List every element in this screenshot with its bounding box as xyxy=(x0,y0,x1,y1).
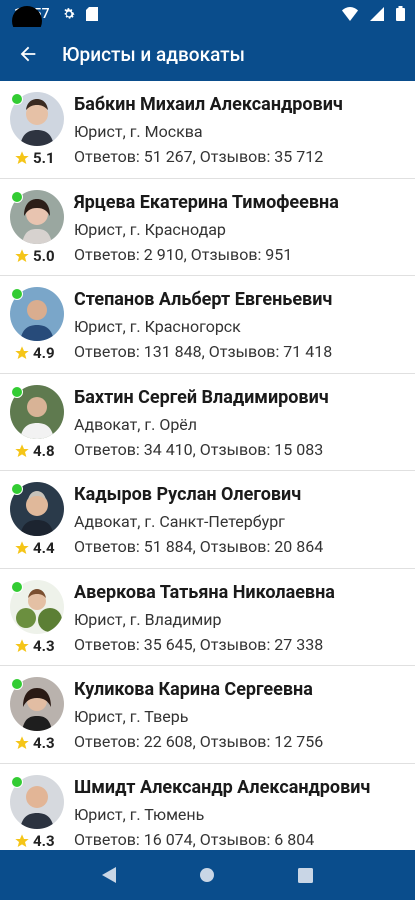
lawyer-stats: Ответов: 51 267, Отзывов: 35 712 xyxy=(74,147,324,166)
lawyer-stats: Ответов: 34 410, Отзывов: 15 083 xyxy=(74,439,324,459)
list-item[interactable]: 4.8 Бахтин Сергей Владимирович Адвокат, … xyxy=(0,374,415,471)
rating-value: 4.3 xyxy=(33,831,55,850)
star-icon xyxy=(15,151,29,164)
lawyer-name: Степанов Альберт Евгеньевич xyxy=(74,289,333,310)
lawyer-name: Аверкова Татьяна Николаевна xyxy=(74,581,335,603)
lawyer-role: Юрист, г. Тюмень xyxy=(74,804,205,824)
online-indicator xyxy=(11,580,23,593)
list-item[interactable]: 4.3 Аверкова Татьяна Николаевна Юрист, г… xyxy=(0,569,415,666)
lawyer-stats: Ответов: 35 645, Отзывов: 27 338 xyxy=(74,634,324,654)
wifi-icon xyxy=(342,6,358,21)
app-bar: Юристы и адвокаты xyxy=(0,27,415,81)
lawyer-role: Юрист, г. Тверь xyxy=(74,707,189,726)
lawyer-stats: Ответов: 16 074, Отзывов: 6 804 xyxy=(74,829,315,849)
star-icon xyxy=(15,443,29,457)
list-item[interactable]: 5.0 Ярцева Екатерина Тимофеевна Юрист, г… xyxy=(0,179,415,276)
rating-value: 4.8 xyxy=(33,441,55,460)
lawyer-name: Бабкин Михаил Александрович xyxy=(74,94,343,115)
lawyer-name: Ярцева Екатерина Тимофеевна xyxy=(74,191,339,213)
gear-icon xyxy=(62,7,76,21)
list-item[interactable]: 4.9 Степанов Альберт Евгеньевич Юрист, г… xyxy=(0,276,415,374)
list-item[interactable]: 4.3 Куликова Карина Сергеевна Юрист, г. … xyxy=(0,666,415,764)
list-item[interactable]: 5.1 Бабкин Михаил Александрович Юрист, г… xyxy=(0,81,415,179)
lawyer-role: Юрист, г. Красногорск xyxy=(74,317,241,336)
star-icon xyxy=(15,541,29,554)
rating: 4.8 xyxy=(14,442,55,460)
lawyer-stats: Ответов: 51 884, Отзывов: 20 864 xyxy=(74,537,324,556)
nav-recents-button[interactable] xyxy=(286,855,326,895)
list-item[interactable]: 4.3 Шмидт Александр Александрович Юрист,… xyxy=(0,764,415,851)
online-indicator xyxy=(11,483,23,495)
lawyer-list[interactable]: 5.1 Бабкин Михаил Александрович Юрист, г… xyxy=(0,81,415,850)
online-indicator xyxy=(11,385,23,398)
back-button[interactable] xyxy=(0,27,56,81)
star-icon xyxy=(15,736,29,749)
rating-value: 4.3 xyxy=(33,734,55,752)
lawyer-role: Адвокат, г. Санкт-Петербург xyxy=(74,512,285,531)
rating: 4.9 xyxy=(14,344,55,362)
rating: 5.1 xyxy=(14,149,55,167)
rating-value: 4.9 xyxy=(33,344,55,362)
arrow-back-icon xyxy=(20,46,36,62)
recents-square-icon xyxy=(298,867,314,883)
cellular-icon xyxy=(370,6,384,21)
lawyer-name: Бахтин Сергей Владимирович xyxy=(74,386,329,408)
star-icon xyxy=(15,346,29,359)
lawyer-role: Юрист, г. Краснодар xyxy=(74,219,226,239)
page-title: Юристы и адвокаты xyxy=(62,42,245,66)
online-indicator xyxy=(11,775,23,788)
rating: 4.3 xyxy=(14,637,55,655)
rating: 4.4 xyxy=(14,539,55,557)
rating: 5.0 xyxy=(14,247,55,265)
rating: 4.3 xyxy=(14,832,55,850)
rating: 4.3 xyxy=(14,734,55,752)
online-indicator xyxy=(11,288,23,300)
nav-back-button[interactable] xyxy=(89,855,129,895)
back-triangle-icon xyxy=(102,867,117,883)
star-icon xyxy=(15,638,29,652)
status-bar: 13:57 xyxy=(0,0,415,36)
lawyer-role: Адвокат, г. Орёл xyxy=(74,414,198,434)
rating-value: 4.4 xyxy=(33,539,55,557)
lawyer-name: Шмидт Александр Александрович xyxy=(74,776,371,798)
sd-card-icon xyxy=(85,6,98,21)
home-circle-icon xyxy=(200,868,215,882)
system-nav-bar xyxy=(0,850,415,900)
star-icon xyxy=(15,248,29,262)
online-indicator xyxy=(11,678,23,690)
rating-value: 5.0 xyxy=(33,246,55,265)
battery-icon xyxy=(396,6,405,21)
star-icon xyxy=(15,833,29,847)
lawyer-stats: Ответов: 22 608, Отзывов: 12 756 xyxy=(74,732,324,751)
lawyer-name: Куликова Карина Сергеевна xyxy=(74,679,313,700)
rating-value: 5.1 xyxy=(33,149,55,167)
lawyer-role: Юрист, г. Владимир xyxy=(74,609,222,629)
nav-home-button[interactable] xyxy=(187,855,227,895)
online-indicator xyxy=(11,190,23,203)
rating-value: 4.3 xyxy=(33,636,55,655)
lawyer-role: Юрист, г. Москва xyxy=(74,122,203,141)
online-indicator xyxy=(11,93,23,105)
list-item[interactable]: 4.4 Кадыров Руслан Олегович Адвокат, г. … xyxy=(0,471,415,569)
lawyer-name: Кадыров Руслан Олегович xyxy=(74,484,302,505)
lawyer-stats: Ответов: 2 910, Отзывов: 951 xyxy=(74,244,293,264)
lawyer-stats: Ответов: 131 848, Отзывов: 71 418 xyxy=(74,342,333,361)
